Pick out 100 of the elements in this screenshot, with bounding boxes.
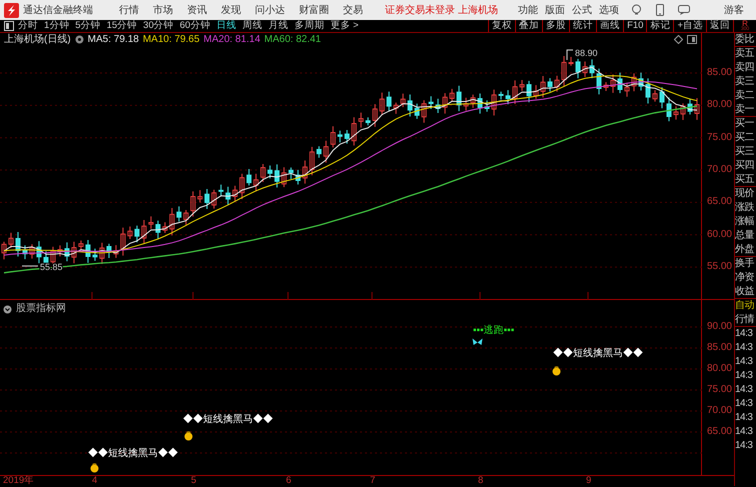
candlestick [246, 168, 252, 186]
menu-item[interactable]: 资讯 [187, 2, 207, 18]
buy-signal-label: ◆◆短线擒黑马◆◆ [553, 348, 643, 360]
quote-tab[interactable]: 行情 [735, 313, 756, 327]
candlestick [212, 189, 216, 210]
buy-signal-label: ◆◆短线擒黑马◆◆ [183, 414, 273, 426]
menu-item[interactable]: 选项 [598, 2, 619, 18]
quote-field-label: 卖二 [735, 89, 755, 103]
period-tab[interactable]: 月线 [268, 20, 288, 32]
menu-item[interactable]: 交易 [343, 2, 363, 18]
toolbar-button[interactable]: 返回 [706, 20, 733, 32]
candlestick [372, 104, 378, 128]
login-notice[interactable]: 证券交易未登录 上海机场 [385, 2, 498, 18]
toolbar-button[interactable]: 统计 [569, 20, 596, 32]
more-periods-menu[interactable]: 更多 > [330, 20, 359, 32]
candlestick [176, 206, 182, 222]
price-axis-label: 75.00 [706, 132, 732, 144]
menu-item[interactable]: 发现 [221, 2, 241, 18]
candlestick [414, 103, 420, 120]
toolbar-button[interactable]: 标记 [646, 20, 674, 32]
diamond-icon[interactable] [674, 35, 683, 44]
candlestick [78, 240, 84, 250]
candlestick [498, 91, 504, 100]
message-icon[interactable] [678, 5, 690, 15]
period-tab[interactable]: 60分钟 [180, 20, 210, 32]
candlestick [660, 86, 664, 109]
quote-field-label: 卖三 [735, 75, 755, 89]
date-axis-label: 4 [92, 476, 98, 486]
quote-field-label: 总量 [735, 229, 755, 243]
candlestick [590, 58, 594, 79]
candlestick [470, 94, 476, 108]
period-tab[interactable]: 日线 [216, 20, 236, 32]
trade-time: 14:3 [735, 327, 754, 341]
price-axis-label: 60.00 [706, 228, 732, 241]
candlestick [568, 56, 574, 66]
candlestick [30, 244, 34, 260]
mode-toggle[interactable]: 自动 [735, 299, 756, 313]
candlestick [36, 240, 42, 264]
moving-average-label: MA5: 79.18 [88, 33, 139, 46]
period-tab[interactable]: 1分钟 [44, 20, 70, 32]
candlestick [492, 89, 496, 116]
candlestick [646, 78, 650, 104]
date-axis-label: 8 [478, 476, 484, 486]
period-tab[interactable]: 分时 [18, 20, 38, 32]
candlestick [254, 173, 258, 192]
candlestick [540, 76, 546, 98]
collapse-icon[interactable] [3, 304, 12, 314]
sell-signal-label: ▪▪▪逃跑▪▪▪ [473, 325, 514, 337]
menu-item[interactable]: 行情 [119, 2, 139, 18]
period-tab[interactable]: 周线 [242, 20, 262, 32]
menu-item[interactable]: 问小达 [255, 2, 285, 18]
moving-average-label: MA10: 79.65 [142, 33, 200, 46]
date-axis-label: 9 [586, 476, 592, 486]
candlestick [16, 232, 20, 257]
candlestick [204, 188, 210, 210]
candlestick [688, 98, 692, 116]
period-tab[interactable]: 30分钟 [143, 20, 174, 32]
menu-item[interactable]: 功能 [518, 2, 538, 18]
value-axis-label: 70.00 [706, 405, 732, 417]
trade-time: 14:3 [735, 397, 754, 411]
quote-field-label: 买三 [735, 145, 755, 159]
toolbar-button[interactable]: 画线 [596, 20, 624, 32]
candlestick [638, 72, 644, 92]
trade-time: 14:3 [735, 425, 754, 439]
user-name[interactable]: 游客 [724, 2, 752, 18]
candlestick [366, 116, 370, 126]
app-logo-icon [4, 2, 19, 18]
candlestick [302, 160, 308, 184]
candlestick [92, 248, 98, 262]
candlestick [652, 90, 658, 102]
menu-item[interactable]: 财富圈 [299, 2, 329, 18]
panel-toggle-icon[interactable] [4, 21, 14, 31]
quote-field-label: 卖一 [735, 103, 756, 117]
period-tab[interactable]: 多周期 [294, 20, 324, 32]
quote-field-label: 收益 [735, 285, 756, 299]
candlestick [106, 243, 112, 258]
candlestick [526, 80, 532, 103]
candlestick [394, 102, 398, 114]
toolbar-button[interactable]: +自选 [673, 20, 706, 32]
candlestick [604, 82, 608, 92]
phone-icon[interactable] [656, 4, 664, 16]
candlestick [428, 96, 434, 110]
toolbar-button[interactable]: 多股 [542, 20, 570, 32]
settings-icon[interactable] [74, 35, 84, 44]
candlestick [260, 163, 266, 182]
lightbulb-icon[interactable] [630, 4, 642, 16]
menu-item[interactable]: 版面 [544, 2, 565, 18]
toolbar-button[interactable]: 叠加 [515, 20, 542, 32]
candlestick [72, 241, 76, 264]
menu-item[interactable]: 市场 [153, 2, 173, 18]
panel-icon[interactable] [687, 35, 697, 44]
period-tab[interactable]: 5分钟 [75, 20, 101, 32]
toolbar-button[interactable]: 复权 [488, 20, 516, 32]
menu-item[interactable]: 公式 [572, 2, 592, 18]
candlestick [554, 75, 560, 92]
candlestick [512, 80, 518, 104]
candlestick [170, 207, 174, 236]
toolbar-button[interactable]: F10 [623, 20, 646, 32]
candlestick [618, 72, 622, 94]
period-tab[interactable]: 15分钟 [106, 20, 138, 32]
